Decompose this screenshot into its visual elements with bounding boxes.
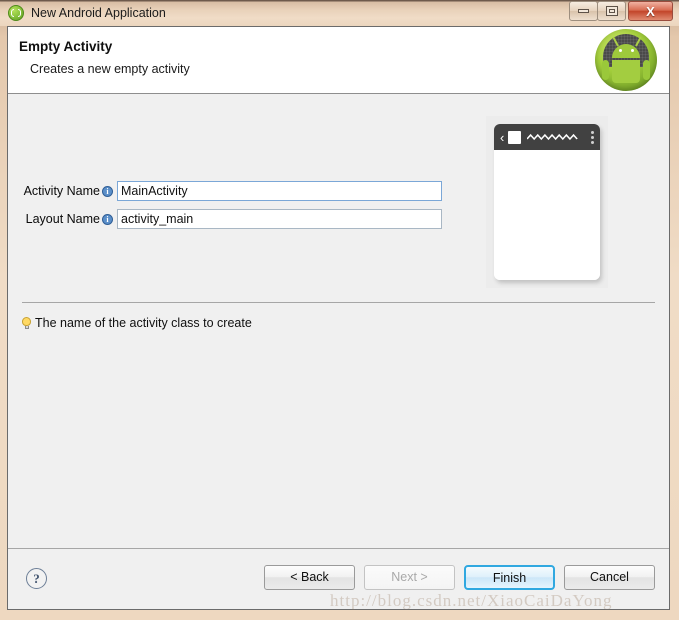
app-square-icon [508,130,522,144]
help-button[interactable]: ? [26,568,47,589]
window-title: New Android Application [31,6,166,20]
close-button[interactable]: X [628,1,673,21]
wizard-button-row: < Back Next > Finish Cancel [264,565,655,590]
info-icon[interactable]: i [102,213,113,225]
layout-name-label: Layout Name [25,212,100,226]
maximize-button[interactable] [597,1,626,21]
field-row-activity-name: Activity Name i [22,181,442,201]
activity-name-label: Activity Name [23,184,100,198]
close-icon: X [646,3,655,19]
lightbulb-icon [22,317,31,329]
overflow-menu-icon [591,130,594,144]
maximize-icon [605,6,618,16]
wizard-footer: ? < Back Next > Finish Cancel [8,549,669,609]
hint-separator [22,302,655,303]
activity-name-input[interactable] [117,181,442,201]
wizard-dialog: Empty Activity Creates a new empty activ… [7,26,670,610]
field-row-layout-name: Layout Name i [22,209,442,229]
minimize-icon [578,9,589,13]
wizard-body: Activity Name i Layout Name i ‹ [8,94,669,548]
next-button: Next > [364,565,455,590]
page-title: Empty Activity [19,39,113,54]
window-controls: X [569,1,673,21]
preview-action-bar: ‹ [494,124,600,150]
back-arrow-icon: ‹ [500,129,505,145]
minimize-button[interactable] [569,1,598,21]
android-robot-icon [595,29,657,91]
zigzag-title-placeholder [527,133,579,141]
android-wizard-icon [8,5,24,21]
page-subtitle: Creates a new empty activity [30,62,190,76]
preview-content-area [494,150,600,280]
phone-mockup: ‹ [494,124,600,280]
title-bar: New Android Application X [0,0,679,26]
wizard-header: Empty Activity Creates a new empty activ… [8,27,669,94]
layout-name-input[interactable] [117,209,442,229]
info-icon[interactable]: i [102,185,113,197]
hint-text: The name of the activity class to create [35,316,252,330]
finish-button[interactable]: Finish [464,565,555,590]
hint-message: The name of the activity class to create [22,316,252,330]
application-window: New Android Application X Empty Activity… [0,0,679,620]
cancel-button[interactable]: Cancel [564,565,655,590]
activity-preview: ‹ [486,116,608,288]
back-button[interactable]: < Back [264,565,355,590]
